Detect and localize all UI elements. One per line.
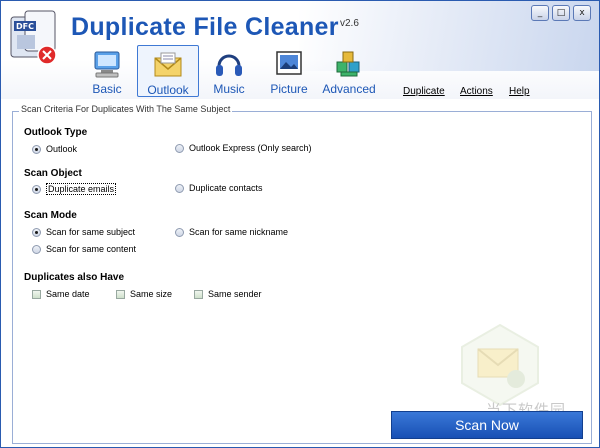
radio-label: Duplicate emails xyxy=(46,183,117,195)
tool-music[interactable]: Music xyxy=(199,45,259,96)
envelope-icon xyxy=(154,52,182,77)
tool-label: Music xyxy=(213,82,245,96)
radio-outlook-express[interactable]: Outlook Express (Only search) xyxy=(175,143,312,153)
radio-label: Outlook Express (Only search) xyxy=(189,143,312,153)
picture-icon xyxy=(276,51,302,75)
tool-outlook[interactable]: Outlook xyxy=(137,45,199,97)
tool-picture[interactable]: Picture xyxy=(259,45,319,96)
tool-label: Outlook xyxy=(147,83,189,97)
scan-mode-title: Scan Mode xyxy=(24,210,77,221)
menu-help-label: Help xyxy=(509,86,530,97)
maximize-button[interactable]: □ xyxy=(552,5,570,21)
cubes-icon xyxy=(336,51,360,77)
radio-indicator xyxy=(175,183,184,193)
tool-label: Picture xyxy=(270,82,308,96)
tool-label: Basic xyxy=(92,82,122,96)
checkbox-label: Same date xyxy=(46,289,90,299)
menu-duplicate-label: Duplicate xyxy=(403,86,445,97)
radio-outlook[interactable]: Outlook xyxy=(32,144,77,154)
radio-indicator xyxy=(32,244,41,254)
duplicates-also-title: Duplicates also Have xyxy=(24,272,125,283)
radio-same-content[interactable]: Scan for same content xyxy=(32,244,136,254)
radio-same-nickname[interactable]: Scan for same nickname xyxy=(175,227,288,237)
app-title: Duplicate File Cleaner xyxy=(71,13,339,41)
checkbox-box xyxy=(116,289,125,299)
menu-help[interactable]: Help xyxy=(509,86,530,97)
checkbox-same-size[interactable]: Same size xyxy=(116,289,172,299)
menu-duplicate[interactable]: Duplicate xyxy=(403,86,445,97)
checkbox-box xyxy=(32,289,41,299)
checkbox-label: Same sender xyxy=(208,289,262,299)
minimize-button[interactable]: _ xyxy=(531,5,549,21)
scan-object-title: Scan Object xyxy=(24,168,82,179)
checkbox-same-date[interactable]: Same date xyxy=(32,289,90,299)
computer-icon xyxy=(94,51,120,78)
checkbox-label: Same size xyxy=(130,289,173,299)
radio-label: Scan for same content xyxy=(46,244,137,254)
close-button[interactable]: x xyxy=(573,5,591,21)
radio-indicator xyxy=(175,227,184,237)
header: DFC Duplicate File Cleaner v2.6 _ □ x Ba… xyxy=(1,1,599,99)
menu-actions[interactable]: Actions xyxy=(460,86,493,97)
radio-duplicate-contacts[interactable]: Duplicate contacts xyxy=(175,183,263,193)
tool-advanced[interactable]: Advanced xyxy=(319,45,379,96)
radio-indicator xyxy=(32,144,41,154)
radio-label: Scan for same subject xyxy=(46,227,136,237)
radio-indicator xyxy=(32,184,41,194)
app-logo: DFC xyxy=(10,10,57,65)
radio-label: Scan for same nickname xyxy=(189,227,289,237)
checkbox-same-sender[interactable]: Same sender xyxy=(194,289,262,299)
tool-basic[interactable]: Basic xyxy=(77,45,137,96)
app-version: v2.6 xyxy=(340,18,359,29)
panel-legend: Scan Criteria For Duplicates With The Sa… xyxy=(19,104,233,114)
menu-actions-label: Actions xyxy=(460,86,493,97)
headphones-icon xyxy=(216,54,242,76)
scan-now-button[interactable]: Scan Now xyxy=(391,411,583,439)
outlook-type-title: Outlook Type xyxy=(24,127,88,138)
app-window: DFC Duplicate File Cleaner v2.6 _ □ x Ba… xyxy=(0,0,600,448)
radio-same-subject[interactable]: Scan for same subject xyxy=(32,227,135,237)
radio-label: Outlook xyxy=(46,144,78,154)
logo-text: DFC xyxy=(16,22,34,31)
radio-indicator xyxy=(175,143,184,153)
radio-label: Duplicate contacts xyxy=(189,183,263,193)
tool-label: Advanced xyxy=(322,82,376,96)
checkbox-box xyxy=(194,289,203,299)
radio-duplicate-emails[interactable]: Duplicate emails xyxy=(32,183,117,195)
window-controls: _ □ x xyxy=(531,5,591,21)
radio-indicator xyxy=(32,227,41,237)
toolbar: Basic Outlook Music Picture Advanced xyxy=(77,45,379,97)
watermark-logo xyxy=(461,323,539,407)
